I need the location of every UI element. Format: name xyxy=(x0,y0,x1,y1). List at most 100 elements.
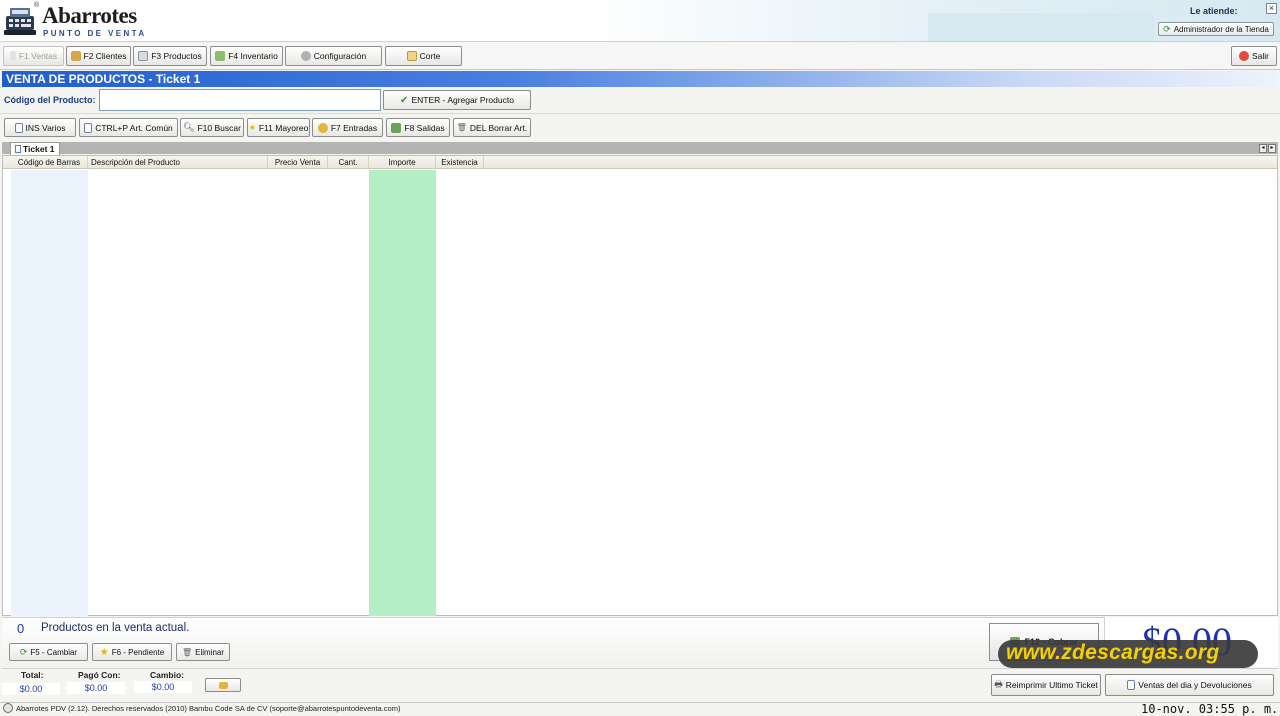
info-icon xyxy=(3,703,13,713)
daily-sales-label: Ventas del dia y Devoluciones xyxy=(1138,680,1252,690)
tab-scroll-left-icon[interactable]: ◂ xyxy=(1259,144,1267,153)
document-icon xyxy=(14,122,23,133)
add-product-button[interactable]: ✔ ENTER - Agregar Producto xyxy=(383,90,531,110)
search-label: F10 Buscar xyxy=(197,122,241,133)
sale-items-table[interactable]: Código de Barras Descripción del Product… xyxy=(2,155,1278,616)
nav-clientes-button[interactable]: F2 Clientes xyxy=(66,46,131,66)
cash-drawer-icon xyxy=(218,681,228,689)
nav-productos-button[interactable]: F3 Productos xyxy=(133,46,207,66)
close-icon[interactable]: × xyxy=(1266,3,1277,14)
change-label: F5 - Cambiar xyxy=(30,647,78,657)
delete-article-label: DEL Borrar Art. xyxy=(469,122,528,133)
cart-icon xyxy=(9,51,16,61)
nav-ventas-button[interactable]: F1 Ventas xyxy=(3,46,64,66)
watermark-text: www.zdescargas.org xyxy=(1006,641,1220,664)
registered-mark: ® xyxy=(34,2,40,9)
reprint-ticket-button[interactable]: 🖶︎ Reimprimir Ultimo Ticket xyxy=(991,674,1101,696)
coins-icon xyxy=(317,122,328,133)
add-product-label: ENTER - Agregar Producto xyxy=(411,95,514,105)
cash-drawer-button[interactable] xyxy=(205,678,241,692)
pending-button[interactable]: ★ F6 - Pendiente xyxy=(92,643,172,661)
refresh-icon: ⟳ xyxy=(1163,23,1171,34)
trash-icon: 🗑︎ xyxy=(456,123,467,132)
user-switch-button[interactable]: ⟳ Administrador de la Tienda xyxy=(1158,22,1274,36)
paid-with-label: Pagó Con: xyxy=(78,670,121,680)
barcode-column-fill xyxy=(11,170,88,616)
tab-scroll-controls: ◂ ▸ xyxy=(1259,144,1277,153)
col-header-price[interactable]: Precio Venta xyxy=(268,156,328,169)
col-header-barcode[interactable]: Código de Barras xyxy=(11,156,88,169)
gear-icon xyxy=(300,51,311,61)
tab-ticket-1[interactable]: Ticket 1 xyxy=(10,142,60,155)
inventory-icon xyxy=(215,51,226,61)
star-icon: ★ xyxy=(99,646,109,658)
cash-cut-icon xyxy=(406,51,417,61)
cash-out-label: F8 Salidas xyxy=(404,122,445,133)
product-code-input[interactable] xyxy=(99,89,381,111)
delete-article-button[interactable]: 🗑︎ DEL Borrar Art. xyxy=(453,118,531,137)
star-icon: ★ xyxy=(248,123,256,132)
search-icon: 🔍︎ xyxy=(183,122,195,132)
total-value: $0.00 xyxy=(2,683,60,695)
daily-sales-button[interactable]: Ventas del dia y Devoluciones xyxy=(1105,674,1274,696)
nav-inventario-button[interactable]: F4 Inventario xyxy=(210,46,283,66)
trash-icon: 🗑︎ xyxy=(181,647,193,657)
change-button[interactable]: ⟳ F5 - Cambiar xyxy=(9,643,88,661)
nav-corte-button[interactable]: Corte xyxy=(385,46,462,66)
logout-label: Salir xyxy=(1251,51,1269,61)
nav-ventas-label: F1 Ventas xyxy=(18,51,58,61)
cash-out-button[interactable]: F8 Salidas xyxy=(386,118,450,137)
nav-configuracion-button[interactable]: Configuración xyxy=(285,46,382,66)
check-icon: ✔ xyxy=(400,94,409,106)
tab-scroll-right-icon[interactable]: ▸ xyxy=(1268,144,1276,153)
status-text: Abarrotes PDV (2.12). Derechos reservado… xyxy=(16,704,401,713)
cash-register-icon xyxy=(4,6,36,36)
refresh-icon: ⟳ xyxy=(19,646,28,657)
delete-button[interactable]: 🗑︎ Eliminar xyxy=(176,643,230,661)
printer-icon: 🖶︎ xyxy=(994,679,1003,689)
users-icon xyxy=(70,51,81,61)
app-logo-subtitle: PUNTO DE VENTA xyxy=(43,29,147,38)
nav-clientes-label: F2 Clientes xyxy=(83,51,127,61)
main-nav: F1 Ventas F2 Clientes F3 Productos F4 In… xyxy=(0,43,1280,70)
items-count-label: Productos en la venta actual. xyxy=(41,622,190,634)
items-count: 0 xyxy=(17,621,25,636)
page-title: VENTA DE PRODUCTOS - Ticket 1 xyxy=(2,71,1278,87)
nav-inventario-label: F4 Inventario xyxy=(228,51,278,61)
col-header-amount[interactable]: Importe xyxy=(369,156,436,169)
common-article-button[interactable]: CTRL+P Art. Común xyxy=(79,118,178,137)
user-switch-label: Administrador de la Tienda xyxy=(1173,24,1269,34)
change-due-value: $0.00 xyxy=(134,681,192,693)
varios-button[interactable]: INS Varios xyxy=(4,118,76,137)
table-header: Código de Barras Descripción del Product… xyxy=(3,156,1277,169)
ticket-icon xyxy=(15,145,21,153)
pending-label: F6 - Pendiente xyxy=(111,647,165,657)
nav-corte-label: Corte xyxy=(419,51,441,61)
common-article-label: CTRL+P Art. Común xyxy=(95,122,173,133)
logout-button[interactable]: Salir xyxy=(1231,46,1277,66)
paid-with-value: $0.00 xyxy=(67,682,125,694)
delete-label: Eliminar xyxy=(195,647,225,657)
product-code-label: Código del Producto: xyxy=(4,95,96,105)
cash-in-button[interactable]: F7 Entradas xyxy=(312,118,383,137)
col-header-description[interactable]: Descripción del Producto xyxy=(88,156,268,169)
nav-productos-label: F3 Productos xyxy=(151,51,202,61)
exit-icon xyxy=(1238,51,1249,61)
wholesale-button[interactable]: ★ F11 Mayoreo xyxy=(247,118,310,137)
box-icon xyxy=(138,51,149,61)
tab-ticket-label: Ticket 1 xyxy=(23,144,55,154)
search-button[interactable]: 🔍︎ F10 Buscar xyxy=(180,118,244,137)
total-label: Total: xyxy=(21,670,44,680)
money-icon xyxy=(391,122,402,133)
document-icon xyxy=(1127,680,1136,690)
col-header-stock[interactable]: Existencia xyxy=(436,156,484,169)
cash-in-label: F7 Entradas xyxy=(330,122,378,133)
reprint-ticket-label: Reimprimir Ultimo Ticket xyxy=(1005,680,1098,690)
header-decor-band xyxy=(928,13,1154,41)
document-icon xyxy=(84,122,93,133)
col-header-qty[interactable]: Cant. xyxy=(328,156,369,169)
change-due-label: Cambio: xyxy=(150,670,184,680)
wholesale-label: F11 Mayoreo xyxy=(258,122,309,133)
app-logo-title: Abarrotes xyxy=(42,3,137,28)
attended-by-label: Le atiende: xyxy=(1190,6,1238,16)
